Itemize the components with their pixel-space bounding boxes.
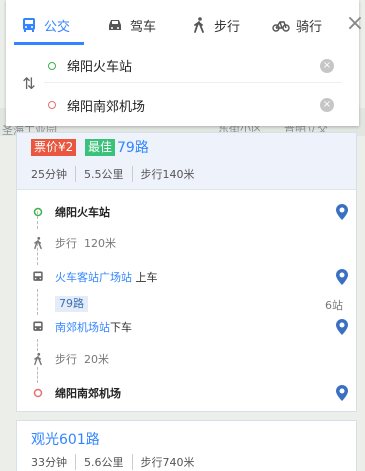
step-walk-1-text: 步行 120米 xyxy=(55,235,116,251)
route-search-panel: 公交 驾车 步行 骑行 × ⇅ × × xyxy=(6,0,364,126)
bike-icon xyxy=(272,21,290,32)
end-field: × xyxy=(44,88,342,122)
close-icon[interactable]: × xyxy=(344,13,365,36)
step-walk-1-distance: 120米 xyxy=(84,237,116,250)
map-pin-icon[interactable] xyxy=(336,319,348,335)
step-start: 绵阳火车站 xyxy=(17,200,356,224)
step-alight-text: 南郊机场站下车 xyxy=(55,319,132,335)
route-2-distance: 5.6公里 xyxy=(75,454,132,470)
tab-bike[interactable]: 骑行 xyxy=(272,10,322,40)
alight-stop-link[interactable]: 南郊机场站 xyxy=(55,321,110,334)
clear-start-icon[interactable]: × xyxy=(320,58,334,73)
price-badge: 票价¥2 xyxy=(31,139,77,156)
clear-end-icon[interactable]: × xyxy=(320,98,334,112)
tab-drive[interactable]: 驾车 xyxy=(106,10,156,40)
route-2-walk: 步行740米 xyxy=(131,454,203,470)
active-tab-indicator xyxy=(14,42,84,45)
step-walk-1: 步行 120米 xyxy=(17,231,356,255)
bus-icon xyxy=(23,18,35,32)
step-board-text: 火车客站广场站 上车 xyxy=(55,269,158,285)
tab-drive-label: 驾车 xyxy=(130,19,157,35)
end-input[interactable] xyxy=(67,97,297,113)
end-dot-icon xyxy=(31,386,45,400)
step-walk-2-text: 步行 20米 xyxy=(55,351,109,367)
start-field: × xyxy=(44,49,342,83)
step-connector xyxy=(37,289,38,315)
stop-count: 6站 xyxy=(325,299,343,312)
walk-icon xyxy=(194,17,204,33)
board-action: 上车 xyxy=(135,271,158,284)
walk-icon xyxy=(31,236,45,250)
best-badge: 最佳 xyxy=(85,139,116,156)
walk-icon xyxy=(31,352,45,366)
end-dot-icon xyxy=(48,101,56,109)
route-1-duration: 25分钟 xyxy=(31,168,67,181)
start-input[interactable] xyxy=(67,58,297,73)
route-1-walk: 步行140米 xyxy=(131,166,203,182)
mode-tabs: 公交 驾车 步行 骑行 × xyxy=(6,0,364,48)
step-start-label: 绵阳火车站 xyxy=(55,206,110,219)
tab-bus-label: 公交 xyxy=(44,19,71,35)
step-board: 火车客站广场站 上车 xyxy=(17,265,356,289)
step-walk-2: 步行 20米 xyxy=(17,347,356,371)
map-pin-icon[interactable] xyxy=(336,385,348,401)
route-1-name[interactable]: 79路 xyxy=(117,137,149,157)
step-walk-1-label: 步行 xyxy=(55,237,77,250)
tab-bike-label: 骑行 xyxy=(296,19,323,35)
route-2-meta: 33分钟 5.6公里 步行740米 xyxy=(31,454,203,470)
swap-icon[interactable]: ⇅ xyxy=(18,72,40,96)
tab-walk-label: 步行 xyxy=(214,19,241,35)
tab-walk[interactable]: 步行 xyxy=(190,10,240,40)
map-pin-icon[interactable] xyxy=(336,269,348,285)
map-pin-icon[interactable] xyxy=(336,204,348,220)
tab-bus[interactable]: 公交 xyxy=(20,10,70,40)
route-2-name[interactable]: 观光601路 xyxy=(31,429,100,449)
route-2-duration: 33分钟 xyxy=(31,456,67,469)
step-end: 绵阳南郊机场 xyxy=(17,381,356,405)
route-1-header[interactable]: 票价¥2 最佳 79路 25分钟 5.5公里 步行140米 xyxy=(17,133,356,190)
alight-action: 下车 xyxy=(110,321,132,334)
route-card-2[interactable]: 观光601路 33分钟 5.6公里 步行740米 xyxy=(16,420,357,471)
step-alight: 南郊机场站下车 xyxy=(17,315,356,339)
step-end-label: 绵阳南郊机场 xyxy=(55,387,121,400)
start-dot-icon xyxy=(31,205,45,219)
start-dot-icon xyxy=(48,61,56,70)
route-1-distance: 5.5公里 xyxy=(75,166,132,182)
step-walk-2-distance: 20米 xyxy=(84,353,109,366)
bus-icon xyxy=(31,270,45,284)
bus-icon xyxy=(31,320,45,334)
car-icon xyxy=(109,20,121,30)
board-stop-link[interactable]: 火车客站广场站 xyxy=(55,271,132,284)
route-1-meta: 25分钟 5.5公里 步行140米 xyxy=(31,166,203,182)
bus-line-chip[interactable]: 79路 xyxy=(55,296,88,312)
step-walk-2-label: 步行 xyxy=(55,353,77,366)
route-card-1: 票价¥2 最佳 79路 25分钟 5.5公里 步行140米 绵阳火车站 步行 1… xyxy=(16,132,357,412)
